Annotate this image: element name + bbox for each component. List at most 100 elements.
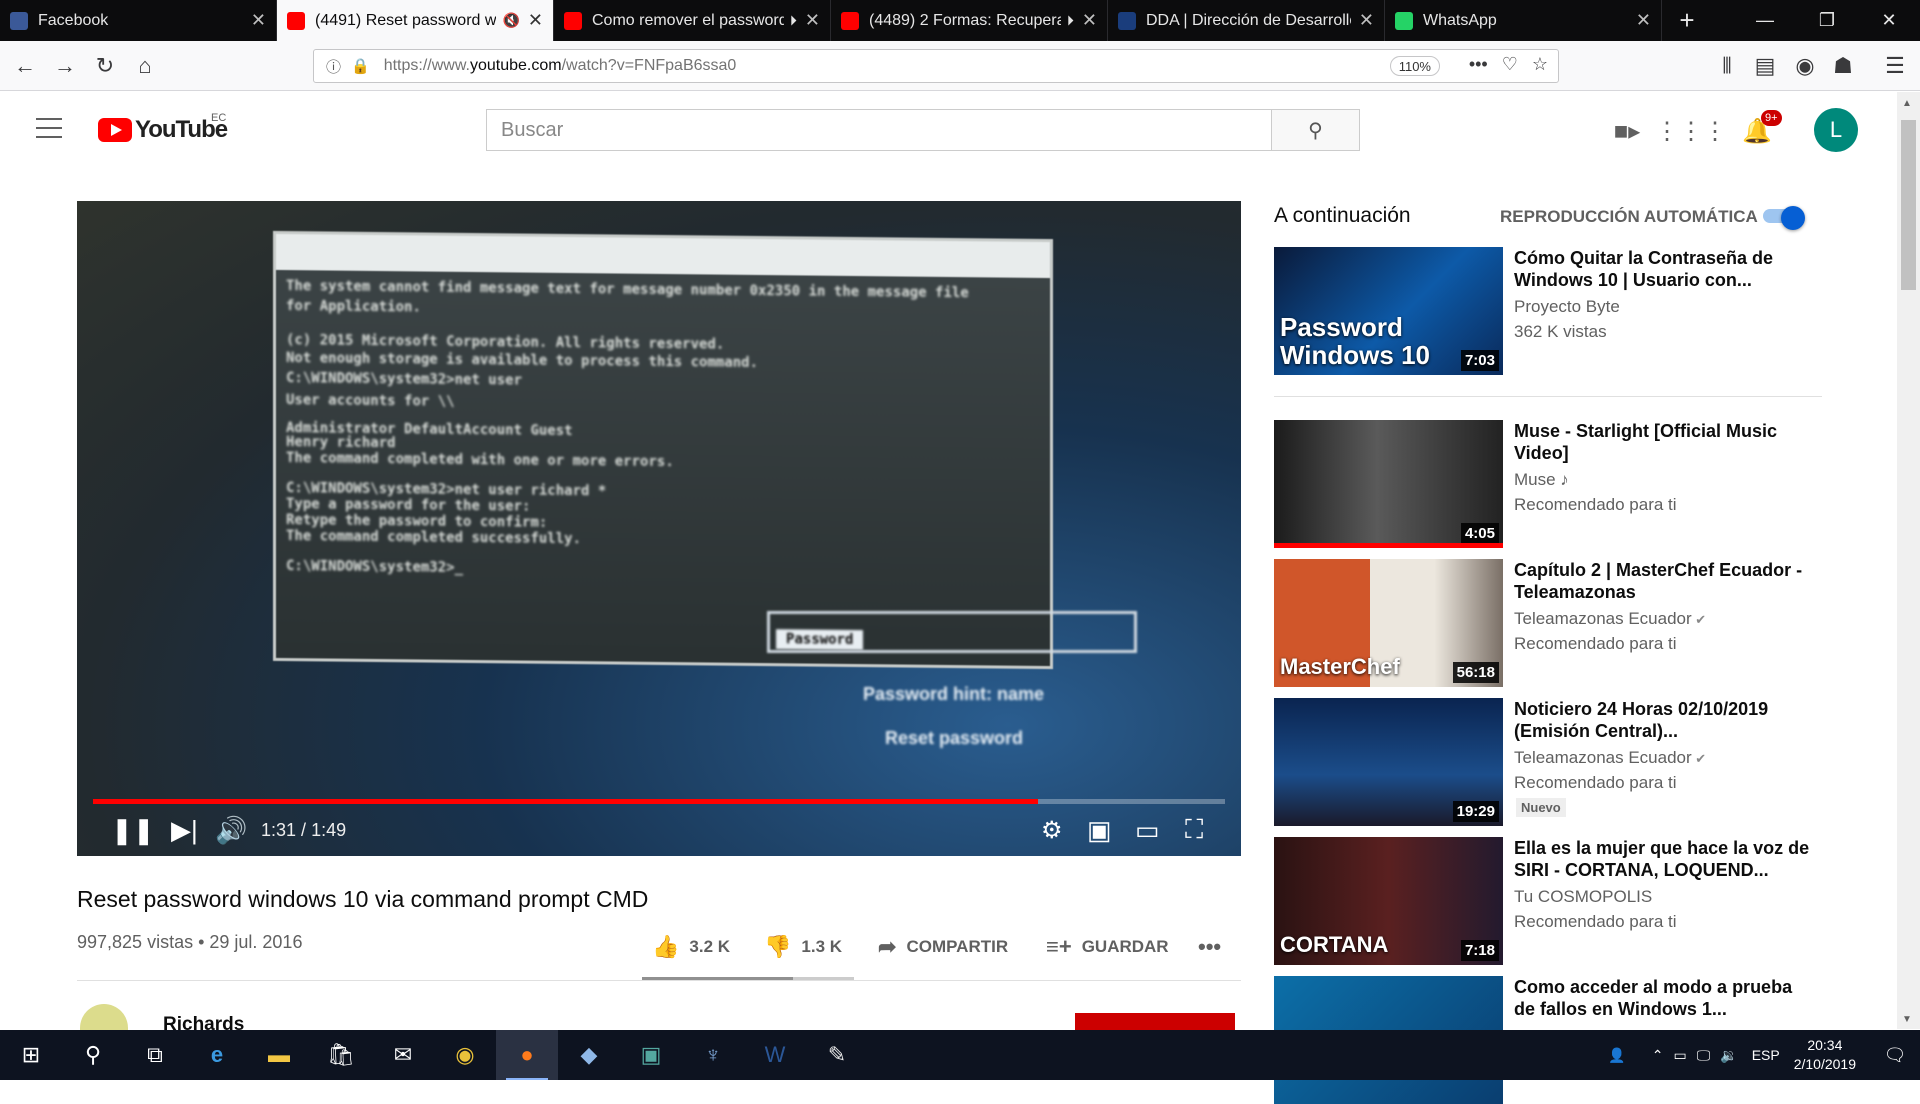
bookmark-star-icon[interactable]: ☆	[1532, 54, 1548, 75]
show-hidden-icons-icon[interactable]: ⌃	[1652, 1047, 1664, 1064]
tab-muted-icon[interactable]: 🔇	[502, 12, 519, 29]
dislike-button[interactable]: 👎 1.3 K	[764, 934, 842, 960]
recommended-title[interactable]: Capítulo 2 | MasterChef Ecuador - Teleam…	[1514, 559, 1814, 603]
new-tab-icon[interactable]: +	[1662, 0, 1712, 41]
more-actions-icon[interactable]: •••	[1469, 54, 1488, 75]
tab-close-icon[interactable]: ✕	[251, 10, 266, 31]
mail-icon[interactable]: ✉	[372, 1030, 434, 1080]
windows-start-icon[interactable]: ⊞	[0, 1030, 62, 1080]
tab-close-icon[interactable]: ✕	[1082, 10, 1097, 31]
firefox-icon[interactable]: ●	[496, 1030, 558, 1080]
scrollbar-thumb[interactable]	[1901, 120, 1916, 290]
zoom-badge[interactable]: 110%	[1389, 56, 1440, 76]
recommended-video[interactable]: 4:05 Muse - Starlight [Official Music Vid…	[1274, 420, 1834, 548]
fullscreen-icon[interactable]: ⛶	[1185, 814, 1203, 845]
clock[interactable]: 20:34 2/10/2019	[1794, 1036, 1856, 1074]
notification-center-icon[interactable]: 🗨	[1870, 1045, 1920, 1066]
search-button[interactable]: ⚲	[1271, 110, 1359, 150]
news-thumb[interactable]: 19:29	[1274, 698, 1503, 826]
recommended-channel[interactable]: Teleamazonas Ecuador ✔	[1514, 748, 1706, 768]
page-scrollbar[interactable]: ▲ ▼	[1897, 92, 1920, 1029]
browser-tab[interactable]: Facebook ✕	[0, 0, 277, 41]
apps-grid-icon[interactable]: ⋮⋮⋮	[1655, 116, 1727, 146]
channel-avatar[interactable]	[80, 1004, 128, 1030]
speaker-icon[interactable]: 🔉	[1720, 1047, 1737, 1064]
more-options-icon[interactable]: •••	[1198, 934, 1221, 960]
library-icon[interactable]: ⫴	[1712, 51, 1742, 81]
avatar[interactable]: L	[1814, 108, 1858, 152]
browser-tab[interactable]: Como remover el password de Windows 10 ⏵ ✕	[554, 0, 831, 41]
muse-thumb[interactable]: 4:05	[1274, 420, 1503, 548]
network-icon[interactable]: 🖵	[1697, 1047, 1711, 1064]
menu-icon[interactable]: ☰	[1880, 51, 1910, 81]
forward-icon[interactable]: →	[50, 51, 80, 81]
browser-tab[interactable]: (4491) Reset password windows 10 via com…	[277, 0, 554, 41]
reload-icon[interactable]: ↻	[90, 51, 120, 81]
video-player[interactable]: The system cannot find message text for …	[77, 201, 1241, 856]
autoplay-toggle[interactable]	[1763, 206, 1805, 230]
browser-tab[interactable]: DDA | Dirección de Desarrollo Académico ✕	[1108, 0, 1385, 41]
like-button[interactable]: 👍 3.2 K	[652, 934, 730, 960]
tab-playing-icon[interactable]: ⏵	[1067, 12, 1074, 29]
extension-icon[interactable]: ☗	[1828, 51, 1858, 81]
browser-tab[interactable]: (4489) 2 Formas: Recuperar contraseña ⏵ ✕	[831, 0, 1108, 41]
task-view-icon[interactable]: ⧉	[124, 1030, 186, 1080]
scroll-up-icon[interactable]: ▲	[1902, 98, 1912, 109]
postgresql-icon[interactable]: ♆	[682, 1030, 744, 1080]
edge-browser-icon[interactable]: e	[186, 1030, 248, 1080]
settings-gear-icon[interactable]: ⚙	[1041, 815, 1063, 845]
youtube-logo[interactable]: YouTube EC	[98, 112, 228, 144]
browser-tab[interactable]: WhatsApp ✕	[1385, 0, 1662, 41]
recommended-video[interactable]: 19:29 Noticiero 24 Horas 02/10/2019 (Emis…	[1274, 698, 1834, 826]
recommended-title[interactable]: Como acceder al modo a prueba de fallos …	[1514, 976, 1814, 1020]
recommended-video[interactable]: CORTANA 7:18 Ella es la mujer que hace la …	[1274, 837, 1834, 965]
word-icon[interactable]: W	[744, 1030, 806, 1080]
recommended-channel[interactable]: Teleamazonas Ecuador ✔	[1514, 609, 1706, 629]
tab-playing-icon[interactable]: ⏵	[790, 12, 797, 29]
home-icon[interactable]: ⌂	[130, 51, 160, 81]
battery-icon[interactable]: ▭	[1674, 1047, 1687, 1064]
file-explorer-icon[interactable]: ▬	[248, 1030, 310, 1080]
recommended-title[interactable]: Cómo Quitar la Contraseña de Windows 10 …	[1514, 247, 1814, 291]
app-window-icon[interactable]: ▣	[620, 1030, 682, 1080]
create-video-icon[interactable]: ■▸	[1612, 116, 1642, 146]
recommended-video[interactable]: Password Windows 10 7:03 Cómo Quitar la Co…	[1274, 247, 1834, 375]
people-icon[interactable]: 👤	[1608, 1047, 1625, 1064]
restore-icon[interactable]: ❐	[1796, 0, 1858, 41]
search-input[interactable]: Buscar	[487, 110, 1271, 150]
tab-close-icon[interactable]: ✕	[528, 10, 543, 31]
account-icon[interactable]: ◉	[1790, 51, 1820, 81]
theater-mode-icon[interactable]: ▭	[1135, 815, 1160, 845]
tab-close-icon[interactable]: ✕	[1359, 10, 1374, 31]
language-indicator[interactable]: ESP	[1752, 1047, 1780, 1063]
paint-icon[interactable]: ✎	[806, 1030, 868, 1080]
recommended-channel[interactable]: Proyecto Byte	[1514, 297, 1620, 317]
subscribe-button[interactable]	[1075, 1013, 1235, 1031]
cortana-thumb[interactable]: CORTANA 7:18	[1274, 837, 1503, 965]
save-button[interactable]: ≡+ GUARDAR	[1046, 934, 1169, 960]
chrome-icon[interactable]: ◉	[434, 1030, 496, 1080]
miniplayer-icon[interactable]: ▣	[1087, 815, 1112, 845]
store-icon[interactable]: 🛍	[310, 1030, 372, 1080]
lock-icon[interactable]: 🔒	[351, 57, 370, 75]
masterchef-thumb[interactable]: MasterChef 56:18	[1274, 559, 1503, 687]
sidebar-icon[interactable]: ▤	[1750, 51, 1780, 81]
url-bar[interactable]: ⓘ 🔒 https://www.youtube.com/watch?v=FNFp…	[313, 49, 1559, 83]
recommended-title[interactable]: Noticiero 24 Horas 02/10/2019 (Emisión C…	[1514, 698, 1814, 742]
back-icon[interactable]: ←	[10, 51, 40, 81]
recommended-video[interactable]: MasterChef 56:18 Capítulo 2 | MasterChef E…	[1274, 559, 1834, 687]
search-icon[interactable]: ⚲	[62, 1030, 124, 1080]
scroll-down-icon[interactable]: ▼	[1902, 1014, 1912, 1025]
tab-close-icon[interactable]: ✕	[805, 10, 820, 31]
next-icon[interactable]: ▶|	[171, 815, 198, 845]
close-window-icon[interactable]: ✕	[1858, 0, 1920, 41]
volume-icon[interactable]: 🔊	[215, 815, 247, 845]
share-button[interactable]: ➦ COMPARTIR	[878, 934, 1008, 960]
hamburger-menu-icon[interactable]	[36, 118, 62, 145]
minimize-icon[interactable]: —	[1734, 0, 1796, 41]
pocket-icon[interactable]: ♡	[1502, 54, 1518, 75]
recommended-title[interactable]: Muse - Starlight [Official Music Video]	[1514, 420, 1814, 464]
password-windows-thumb[interactable]: Password Windows 10 7:03	[1274, 247, 1503, 375]
recommended-title[interactable]: Ella es la mujer que hace la voz de SIRI…	[1514, 837, 1814, 881]
recommended-channel[interactable]: Muse ♪	[1514, 470, 1569, 490]
